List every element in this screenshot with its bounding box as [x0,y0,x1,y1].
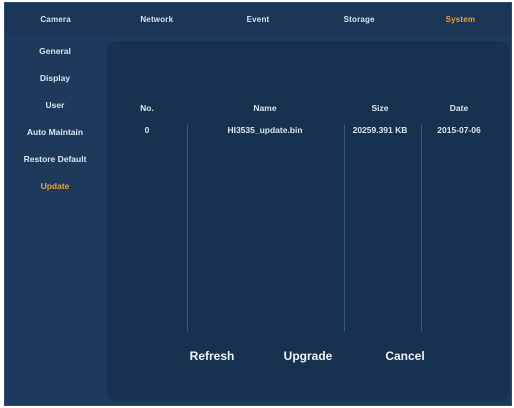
upgrade-button[interactable]: Upgrade [284,349,333,363]
column-header-name: Name [253,103,277,113]
column-divider [187,125,188,331]
top-tab-bar: Camera Network Event Storage System [5,3,511,35]
column-divider [421,125,422,331]
sidebar-item-update[interactable]: Update [5,172,105,199]
tab-network[interactable]: Network [106,3,207,35]
sidebar-item-user[interactable]: User [5,91,105,118]
cell-no: 0 [144,125,150,135]
column-header-size: Size [371,103,389,113]
cell-size: 20259.391 KB [352,125,408,135]
refresh-button[interactable]: Refresh [190,349,235,363]
sidebar-item-auto-maintain[interactable]: Auto Maintain [5,118,105,145]
tab-storage[interactable]: Storage [309,3,410,35]
tab-camera[interactable]: Camera [5,3,106,35]
column-header-no: No. [140,103,154,113]
tab-system[interactable]: System [410,3,511,35]
cell-name: HI3535_update.bin [227,125,303,135]
sidebar-item-general[interactable]: General [5,37,105,64]
cell-date: 2015-07-06 [437,125,481,135]
column-divider [344,125,345,331]
column-header-date: Date [449,103,469,113]
sidebar-item-display[interactable]: Display [5,64,105,91]
tab-event[interactable]: Event [207,3,308,35]
system-window: Camera Network Event Storage System Gene… [4,2,512,406]
cancel-button[interactable]: Cancel [385,349,424,363]
sidebar-item-restore-default[interactable]: Restore Default [5,145,105,172]
update-panel: No. Name Size Date 0 HI3535_update.bin 2… [107,41,509,401]
sidebar: General Display User Auto Maintain Resto… [5,35,105,405]
update-file-table: No. Name Size Date 0 HI3535_update.bin 2… [107,103,509,331]
